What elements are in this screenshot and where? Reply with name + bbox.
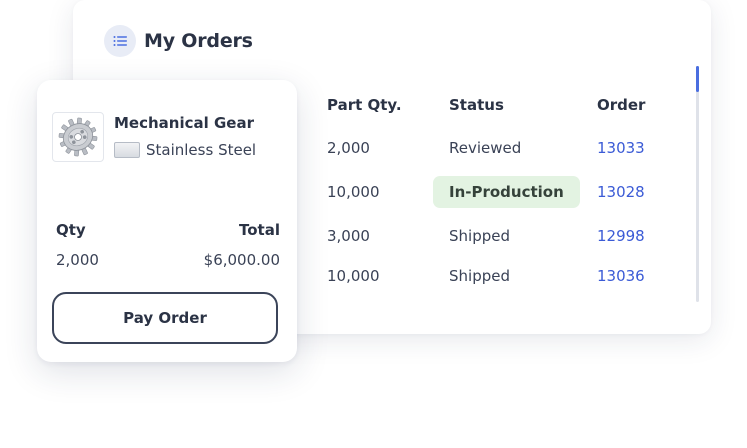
total-label: Total bbox=[239, 221, 280, 239]
part-qty-cell: 10,000 bbox=[327, 183, 380, 201]
orders-header: My Orders bbox=[104, 25, 253, 57]
table-row[interactable]: 10,000 In-Production 13028 bbox=[327, 176, 657, 208]
table-header: Part Qty. Status Order bbox=[327, 96, 657, 120]
status-cell: Shipped bbox=[449, 267, 510, 285]
order-number-link[interactable]: 13036 bbox=[597, 260, 645, 292]
part-qty-cell: 10,000 bbox=[327, 267, 380, 285]
column-header-order: Order bbox=[597, 96, 646, 114]
order-number-link[interactable]: 12998 bbox=[597, 220, 645, 252]
scrollbar-thumb[interactable] bbox=[696, 66, 699, 92]
page-title: My Orders bbox=[144, 30, 253, 52]
total-value: $6,000.00 bbox=[203, 251, 280, 269]
qty-label: Qty bbox=[56, 221, 86, 239]
material-label: Stainless Steel bbox=[146, 141, 257, 159]
part-qty-cell: 2,000 bbox=[327, 139, 370, 157]
scrollbar[interactable] bbox=[696, 66, 699, 302]
order-number-link[interactable]: 13033 bbox=[597, 132, 645, 164]
status-cell: Shipped bbox=[449, 227, 510, 245]
table-row[interactable]: 2,000 Reviewed 13033 bbox=[327, 132, 657, 164]
gear-icon bbox=[58, 117, 98, 157]
table-row[interactable]: 3,000 Shipped 12998 bbox=[327, 220, 657, 252]
product-card: Mechanical Gear Stainless Steel Qty Tota… bbox=[37, 80, 297, 362]
product-thumbnail bbox=[52, 112, 104, 162]
column-header-part-qty: Part Qty. bbox=[327, 96, 402, 114]
table-row[interactable]: 10,000 Shipped 13036 bbox=[327, 260, 657, 292]
stage: My Orders Part Qty. Status Order 2,000 R… bbox=[0, 0, 747, 448]
material: Stainless Steel bbox=[114, 141, 256, 159]
qty-value: 2,000 bbox=[56, 251, 99, 269]
status-cell: Reviewed bbox=[449, 139, 522, 157]
list-icon bbox=[104, 25, 136, 57]
column-header-status: Status bbox=[449, 96, 504, 114]
part-qty-cell: 3,000 bbox=[327, 227, 370, 245]
pay-order-button[interactable]: Pay Order bbox=[52, 292, 278, 344]
status-badge: In-Production bbox=[433, 176, 580, 208]
product-name: Mechanical Gear bbox=[114, 114, 254, 132]
material-swatch-icon bbox=[114, 142, 140, 158]
orders-table: Part Qty. Status Order 2,000 Reviewed 13… bbox=[327, 96, 657, 285]
order-number-link[interactable]: 13028 bbox=[597, 176, 645, 208]
